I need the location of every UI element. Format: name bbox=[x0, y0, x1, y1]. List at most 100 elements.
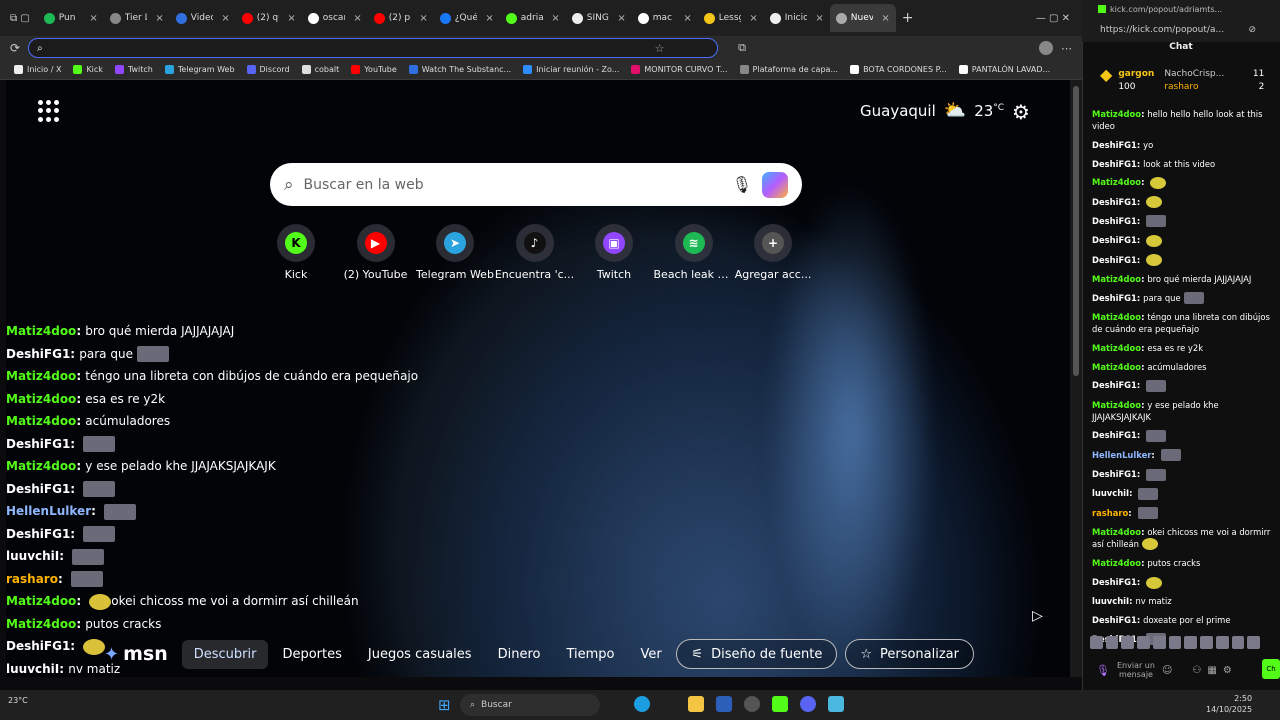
bookmark-item[interactable]: Kick bbox=[73, 65, 103, 74]
chat-username[interactable]: Matiz4doo bbox=[1092, 558, 1141, 568]
chat-username[interactable]: Matiz4doo bbox=[1092, 274, 1141, 284]
chat-username[interactable]: DeshiFG1 bbox=[1092, 216, 1137, 226]
tab-actions-icon[interactable]: ⧉ ▢ bbox=[10, 13, 30, 24]
msn-nav-item[interactable]: Dinero bbox=[486, 640, 553, 669]
browser-tab[interactable]: Inicio / X × bbox=[764, 4, 830, 32]
shortcut-tile[interactable]: ▣ Twitch bbox=[574, 224, 654, 281]
chat-username[interactable]: DeshiFG1 bbox=[1092, 293, 1137, 303]
close-icon[interactable]: × bbox=[683, 13, 691, 24]
chat-username[interactable]: DeshiFG1 bbox=[1092, 140, 1137, 150]
close-icon[interactable]: × bbox=[287, 13, 295, 24]
bookmark-item[interactable]: MONITOR CURVO T... bbox=[631, 65, 728, 74]
windows-start-icon[interactable]: ⊞ bbox=[438, 696, 451, 714]
shortcut-tile[interactable]: K Kick bbox=[256, 224, 336, 281]
chat-username[interactable]: Matiz4doo bbox=[1092, 177, 1141, 187]
close-icon[interactable]: × bbox=[155, 13, 163, 24]
browser-tab[interactable]: Nueva p × bbox=[829, 4, 896, 32]
microphone-icon[interactable]: 🎙 bbox=[732, 175, 752, 194]
bookmark-item[interactable]: Watch The Substanc... bbox=[408, 65, 511, 74]
browser-tab[interactable]: mac den × bbox=[632, 4, 698, 32]
system-clock[interactable]: 2:50 14/10/2025 bbox=[1206, 693, 1252, 715]
browser-tab[interactable]: Pun × bbox=[38, 4, 104, 32]
chat-username[interactable]: DeshiFG1 bbox=[1092, 430, 1137, 440]
bookmark-item[interactable]: Twitch bbox=[114, 65, 153, 74]
users-icon[interactable]: ⚇ bbox=[1192, 665, 1201, 676]
store-icon[interactable]: ▦ bbox=[1207, 665, 1216, 676]
close-icon[interactable]: × bbox=[485, 13, 493, 24]
reload-icon[interactable]: ⟳ bbox=[10, 41, 20, 55]
msn-logo[interactable]: ✦ msn bbox=[104, 643, 168, 665]
chat-username[interactable]: Matiz4doo bbox=[1092, 109, 1141, 119]
close-icon[interactable]: × bbox=[881, 13, 889, 24]
play-icon[interactable]: ▷ bbox=[1032, 608, 1043, 624]
close-icon[interactable]: × bbox=[353, 13, 361, 24]
window-controls[interactable]: — ▢ ✕ bbox=[1036, 13, 1070, 24]
taskbar-search[interactable]: ⌕ Buscar bbox=[460, 694, 600, 716]
chat-username[interactable]: DeshiFG1 bbox=[1092, 577, 1137, 587]
star-icon[interactable]: ☆ bbox=[655, 42, 665, 55]
bookmark-item[interactable]: Plataforma de capa... bbox=[739, 65, 838, 74]
close-icon[interactable]: × bbox=[749, 13, 757, 24]
gear-icon[interactable]: ⚙ bbox=[1223, 665, 1232, 676]
personalize-button[interactable]: ☆ Personalizar bbox=[845, 639, 974, 669]
msn-nav-item[interactable]: Deportes bbox=[270, 640, 353, 669]
kick-icon[interactable] bbox=[772, 696, 788, 712]
shortcut-tile[interactable]: + Agregar acc... bbox=[733, 224, 813, 281]
bookmark-item[interactable]: Discord bbox=[246, 65, 290, 74]
gear-icon[interactable]: ⚙ bbox=[1012, 100, 1030, 124]
chat-username[interactable]: DeshiFG1 bbox=[1092, 235, 1137, 245]
browser-tab[interactable]: Lessgam × bbox=[698, 4, 764, 32]
apps-grid-icon[interactable] bbox=[38, 100, 60, 122]
browser-tab[interactable]: (2) quiz × bbox=[236, 4, 302, 32]
browser-tab[interactable]: adriamm × bbox=[500, 4, 566, 32]
bookmark-item[interactable]: Telegram Web bbox=[164, 65, 235, 74]
msn-nav-item[interactable]: Tiempo bbox=[554, 640, 626, 669]
shortcut-tile[interactable]: ➤ Telegram Web bbox=[415, 224, 495, 281]
browser-tab[interactable]: Video G × bbox=[170, 4, 236, 32]
address-input[interactable] bbox=[48, 42, 649, 54]
chat-username[interactable]: DeshiFG1 bbox=[1092, 197, 1137, 207]
copilot-icon[interactable] bbox=[762, 171, 788, 198]
omnibox[interactable]: ⌕ ☆ bbox=[28, 38, 719, 58]
chat-username[interactable]: rasharo bbox=[1092, 508, 1128, 518]
menu-icon[interactable]: ⋯ bbox=[1061, 42, 1072, 55]
close-icon[interactable]: × bbox=[89, 13, 97, 24]
chat-username[interactable]: DeshiFG1 bbox=[1092, 380, 1137, 390]
chat-username[interactable]: Matiz4doo bbox=[1092, 362, 1141, 372]
chat-username[interactable]: Matiz4doo bbox=[1092, 527, 1141, 537]
close-icon[interactable]: × bbox=[815, 13, 823, 24]
word-icon[interactable] bbox=[716, 696, 732, 712]
browser-tab[interactable]: oscar w × bbox=[302, 4, 368, 32]
close-icon[interactable]: × bbox=[551, 13, 559, 24]
browser-tab[interactable]: SING M × bbox=[566, 4, 632, 32]
weather-widget[interactable]: Guayaquil ⛅ 23°C bbox=[860, 100, 1004, 121]
taskbar-weather[interactable]: 23°C bbox=[8, 696, 28, 705]
browser-tab[interactable]: Tier List × bbox=[104, 4, 170, 32]
bookmark-item[interactable]: cobalt bbox=[301, 65, 339, 74]
msn-nav-item[interactable]: Ver bbox=[628, 640, 673, 669]
notepad-icon[interactable] bbox=[828, 696, 844, 712]
page-scrollbar[interactable] bbox=[1070, 80, 1082, 677]
extensions-icon[interactable]: ⧉ bbox=[738, 41, 746, 55]
chat-username[interactable]: luuvchiI bbox=[1092, 596, 1129, 606]
explorer-icon[interactable] bbox=[688, 696, 704, 712]
font-design-button[interactable]: ⚟ Diseño de fuente bbox=[676, 639, 838, 669]
send-button[interactable]: Ch bbox=[1262, 659, 1280, 679]
new-tab-button[interactable]: + bbox=[902, 10, 914, 26]
chat-username[interactable]: DeshiFG1 bbox=[1092, 255, 1137, 265]
chat-username[interactable]: HellenLulker bbox=[1092, 450, 1151, 460]
browser-tab[interactable]: (2) pregu × bbox=[368, 4, 434, 32]
emoji-icon[interactable]: ☺ bbox=[1162, 665, 1172, 676]
discord-icon[interactable] bbox=[800, 696, 816, 712]
profile-avatar[interactable] bbox=[1039, 41, 1053, 55]
eye-off-icon[interactable]: ⊘ bbox=[1248, 25, 1256, 35]
chat-username[interactable]: luuvchiI bbox=[1092, 488, 1129, 498]
bookmark-item[interactable]: BOTA CORDONES P... bbox=[850, 65, 947, 74]
edge-icon[interactable] bbox=[634, 696, 650, 712]
chat-username[interactable]: DeshiFG1 bbox=[1092, 615, 1137, 625]
close-icon[interactable]: × bbox=[617, 13, 625, 24]
chat-username[interactable]: Matiz4doo bbox=[1092, 343, 1141, 353]
close-icon[interactable]: × bbox=[419, 13, 427, 24]
shortcut-tile[interactable]: ≋ Beach leak • ... bbox=[654, 224, 734, 281]
bookmark-item[interactable]: YouTube bbox=[351, 65, 397, 74]
